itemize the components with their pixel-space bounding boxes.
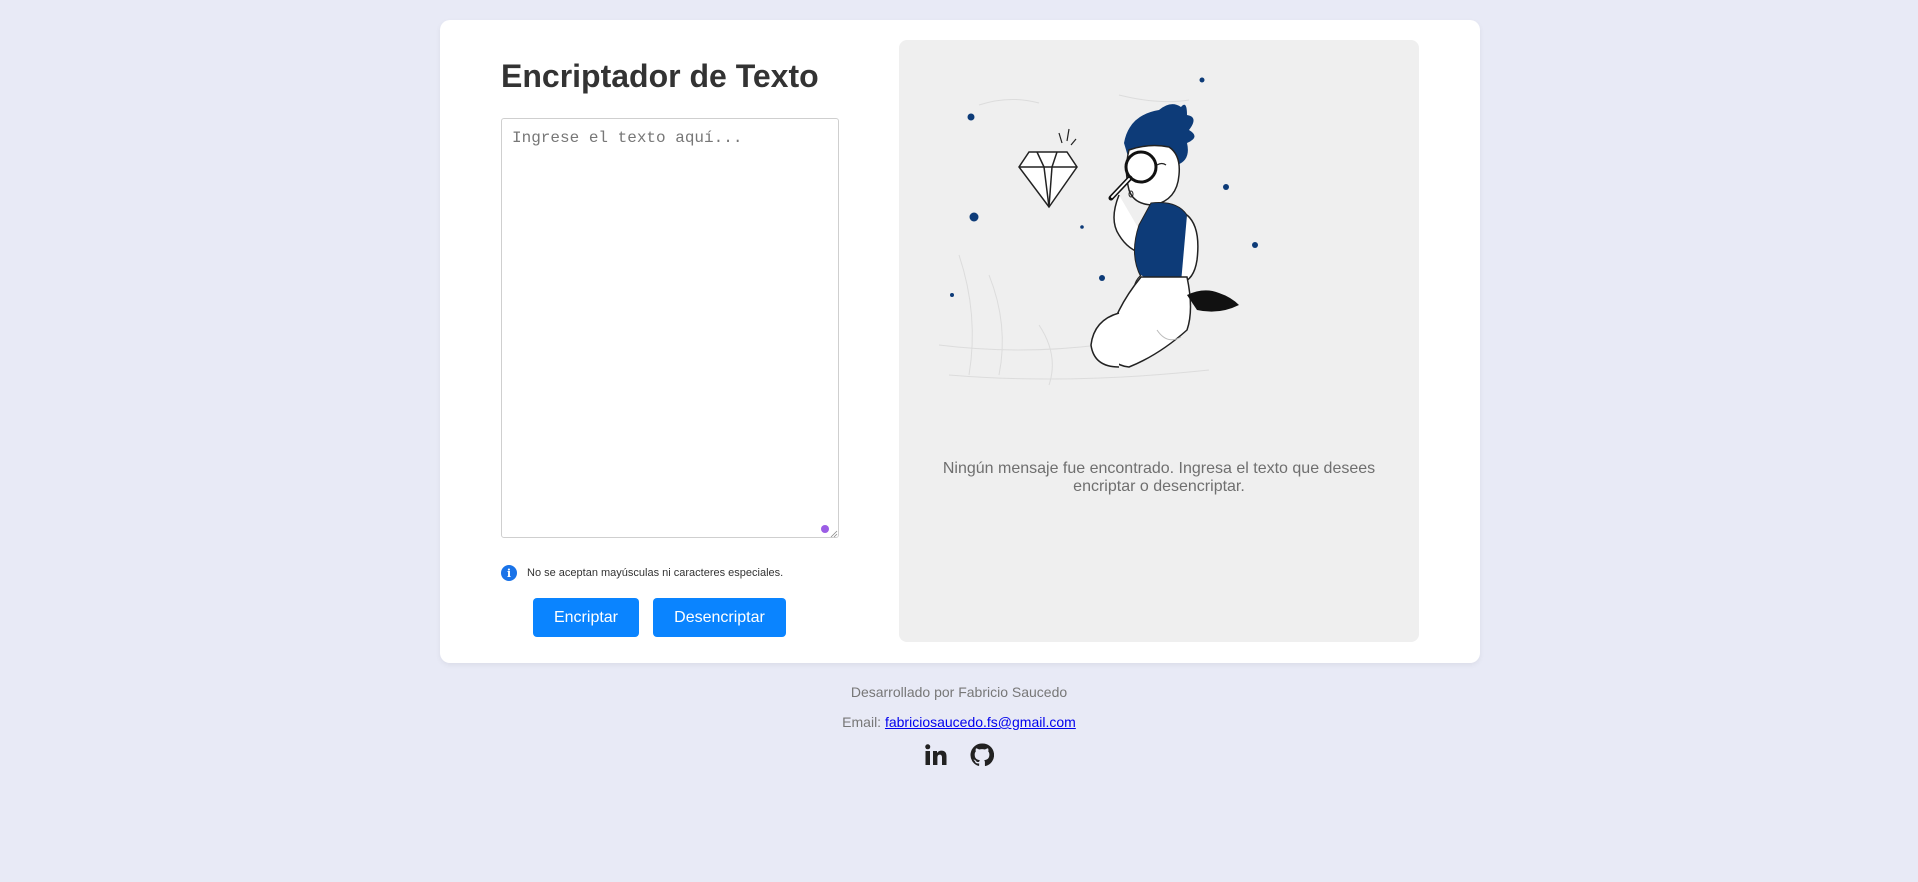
decrypt-button[interactable]: Desencriptar [653,598,786,637]
input-hint: i No se aceptan mayúsculas ni caracteres… [501,565,783,581]
email-link[interactable]: fabriciosaucedo.fs@gmail.com [885,714,1076,730]
resize-handle-icon[interactable] [830,530,838,538]
hint-text: No se aceptan mayúsculas ni caracteres e… [527,567,784,579]
grammar-extension-dot[interactable] [821,525,829,533]
encrypt-button[interactable]: Encriptar [533,598,639,637]
email-row: Email: fabriciosaucedo.fs@gmail.com [0,712,1918,732]
person-with-magnifier-illustration [938,77,1258,386]
social-links [0,742,1918,768]
developer-credit: Desarrollado por Fabricio Saucedo [850,684,1068,700]
main-card: Encriptador de Texto i No se aceptan may… [440,20,1480,663]
email-label: Email: [842,714,882,730]
empty-message: Ningún mensaje fue encontrado. Ingresa e… [942,460,1376,495]
text-input[interactable] [501,118,839,538]
output-panel: Ningún mensaje fue encontrado. Ingresa e… [899,40,1419,642]
github-icon[interactable] [969,742,995,768]
footer: Desarrollado por Fabricio Saucedo Email:… [0,682,1918,768]
info-icon: i [501,565,517,581]
linkedin-icon[interactable] [923,742,949,768]
page-title: Encriptador de Texto [501,58,819,94]
